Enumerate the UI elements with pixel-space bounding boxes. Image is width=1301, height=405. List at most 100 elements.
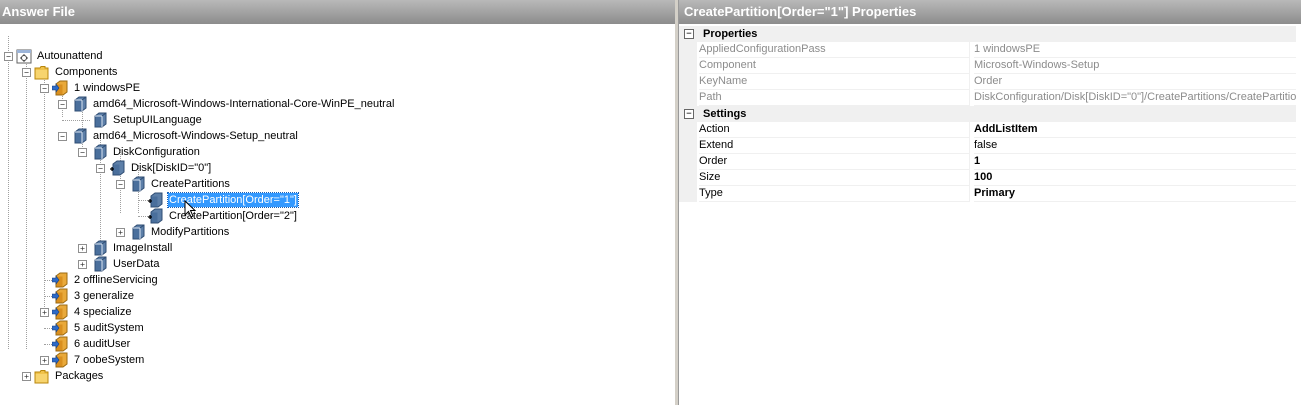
expand-toggle[interactable]: + [116, 228, 125, 237]
tree-node-label[interactable]: CreatePartition[Order="2"] [168, 209, 298, 223]
component-icon [94, 144, 107, 160]
property-name: Action [699, 122, 970, 138]
tree-node-label[interactable]: UserData [112, 257, 160, 271]
collapse-toggle[interactable]: − [684, 109, 694, 119]
collapse-toggle[interactable]: − [96, 164, 105, 173]
collapse-toggle[interactable]: − [116, 180, 125, 189]
property-name: Path [699, 90, 970, 106]
property-value[interactable]: 1 [974, 154, 1296, 170]
tree-node-components[interactable]: − Components [0, 64, 600, 80]
tree-node-label[interactable]: CreatePartitions [150, 177, 231, 191]
tree-line [62, 120, 90, 121]
expand-toggle[interactable]: + [40, 308, 49, 317]
collapse-toggle[interactable]: − [684, 29, 694, 39]
tree-node-packages[interactable]: + Packages [0, 368, 600, 384]
tree-node-label-selected[interactable]: CreatePartition[Order="1"] [167, 192, 299, 208]
configuration-pass-icon [52, 304, 68, 320]
tree-node-pass-windowspe[interactable]: − 1 windowsPE [0, 80, 600, 96]
category-label: Properties [703, 28, 758, 40]
category-properties[interactable]: − Properties [679, 26, 1296, 42]
tree-node-label[interactable]: ModifyPartitions [150, 225, 230, 239]
property-row-type[interactable]: Type Primary [679, 186, 1296, 202]
property-value[interactable]: false [974, 138, 1296, 154]
property-row-size[interactable]: Size 100 [679, 170, 1296, 186]
tree-node-create-partition-1[interactable]: CreatePartition[Order="1"] [0, 192, 600, 208]
property-name: AppliedConfigurationPass [699, 42, 970, 58]
collapse-toggle[interactable]: − [58, 100, 67, 109]
tree-node-pass-specialize[interactable]: + 4 specialize [0, 304, 600, 320]
component-icon [74, 128, 87, 144]
tree-node-international-core[interactable]: − amd64_Microsoft-Windows-International-… [0, 96, 600, 112]
property-name: Extend [699, 138, 970, 154]
tree-node-setup-ui-language[interactable]: SetupUILanguage [0, 112, 600, 128]
tree-node-autounattend[interactable]: − Autounattend [0, 48, 600, 64]
tree-node-label[interactable]: Autounattend [36, 49, 103, 63]
tree-node-disk[interactable]: − Disk[DiskID="0"] [0, 160, 600, 176]
tree-node-create-partition-2[interactable]: CreatePartition[Order="2"] [0, 208, 600, 224]
tree-node-label[interactable]: 6 auditUser [73, 337, 131, 351]
expand-toggle[interactable]: + [22, 372, 31, 381]
tree-node-label[interactable]: 4 specialize [73, 305, 132, 319]
component-icon [74, 96, 87, 112]
tree-node-label[interactable]: SetupUILanguage [112, 113, 203, 127]
component-icon [132, 176, 145, 192]
tree-node-label[interactable]: 5 auditSystem [73, 321, 145, 335]
collapse-toggle[interactable]: − [58, 132, 67, 141]
property-row-applied-configuration-pass[interactable]: AppliedConfigurationPass 1 windowsPE [679, 42, 1296, 58]
expand-toggle[interactable]: + [40, 356, 49, 365]
tree-node-label[interactable]: 2 offlineServicing [73, 273, 159, 287]
tree-node-label[interactable]: 1 windowsPE [73, 81, 141, 95]
tree-node-label[interactable]: Packages [54, 369, 104, 383]
expand-toggle[interactable]: + [78, 260, 87, 269]
expand-toggle[interactable]: + [78, 244, 87, 253]
tree-node-label[interactable]: ImageInstall [112, 241, 173, 255]
row-gutter [679, 122, 697, 138]
category-settings[interactable]: − Settings [679, 106, 1296, 122]
tree-node-label[interactable]: DiskConfiguration [112, 145, 201, 159]
tree-line [44, 344, 52, 345]
tree-node-label[interactable]: 7 oobeSystem [73, 353, 145, 367]
property-name: KeyName [699, 74, 970, 90]
tree-node-label[interactable]: amd64_Microsoft-Windows-Setup_neutral [92, 129, 299, 143]
property-value[interactable]: Primary [974, 186, 1296, 202]
row-gutter [679, 154, 697, 170]
answer-file-icon [16, 49, 32, 64]
property-value: DiskConfiguration/Disk[DiskID="0"]/Creat… [974, 90, 1296, 106]
answer-file-header: Answer File [0, 0, 675, 24]
tree-node-pass-oobesystem[interactable]: + 7 oobeSystem [0, 352, 600, 368]
row-gutter [679, 58, 697, 74]
row-gutter [679, 90, 697, 106]
component-icon [94, 256, 107, 272]
tree-node-pass-offlineservicing[interactable]: 2 offlineServicing [0, 272, 600, 288]
tree-node-create-partitions[interactable]: − CreatePartitions [0, 176, 600, 192]
tree-node-disk-configuration[interactable]: − DiskConfiguration [0, 144, 600, 160]
tree-node-user-data[interactable]: + UserData [0, 256, 600, 272]
collapse-toggle[interactable]: − [78, 148, 87, 157]
tree-node-label[interactable]: Components [54, 65, 118, 79]
tree-node-setup-component[interactable]: − amd64_Microsoft-Windows-Setup_neutral [0, 128, 600, 144]
list-item-icon [110, 160, 125, 176]
property-row-extend[interactable]: Extend false [679, 138, 1296, 154]
tree-node-pass-auditsystem[interactable]: 5 auditSystem [0, 320, 600, 336]
property-value[interactable]: 100 [974, 170, 1296, 186]
collapse-toggle[interactable]: − [40, 84, 49, 93]
tree-node-pass-audituser[interactable]: 6 auditUser [0, 336, 600, 352]
collapse-toggle[interactable]: − [4, 52, 13, 61]
tree-node-image-install[interactable]: + ImageInstall [0, 240, 600, 256]
collapse-toggle[interactable]: − [22, 68, 31, 77]
tree-node-pass-generalize[interactable]: 3 generalize [0, 288, 600, 304]
tree-node-label[interactable]: 3 generalize [73, 289, 135, 303]
row-gutter [679, 170, 697, 186]
component-icon [94, 240, 107, 256]
configuration-pass-icon [52, 80, 68, 96]
tree-line [44, 328, 52, 329]
tree-node-label[interactable]: Disk[DiskID="0"] [130, 161, 212, 175]
property-row-component[interactable]: Component Microsoft-Windows-Setup [679, 58, 1296, 74]
tree-node-modify-partitions[interactable]: + ModifyPartitions [0, 224, 600, 240]
tree-node-label[interactable]: amd64_Microsoft-Windows-International-Co… [92, 97, 395, 111]
property-value[interactable]: AddListItem [974, 122, 1296, 138]
property-row-order[interactable]: Order 1 [679, 154, 1296, 170]
property-row-key-name[interactable]: KeyName Order [679, 74, 1296, 90]
property-row-path[interactable]: Path DiskConfiguration/Disk[DiskID="0"]/… [679, 90, 1296, 106]
property-row-action[interactable]: Action AddListItem [679, 122, 1296, 138]
